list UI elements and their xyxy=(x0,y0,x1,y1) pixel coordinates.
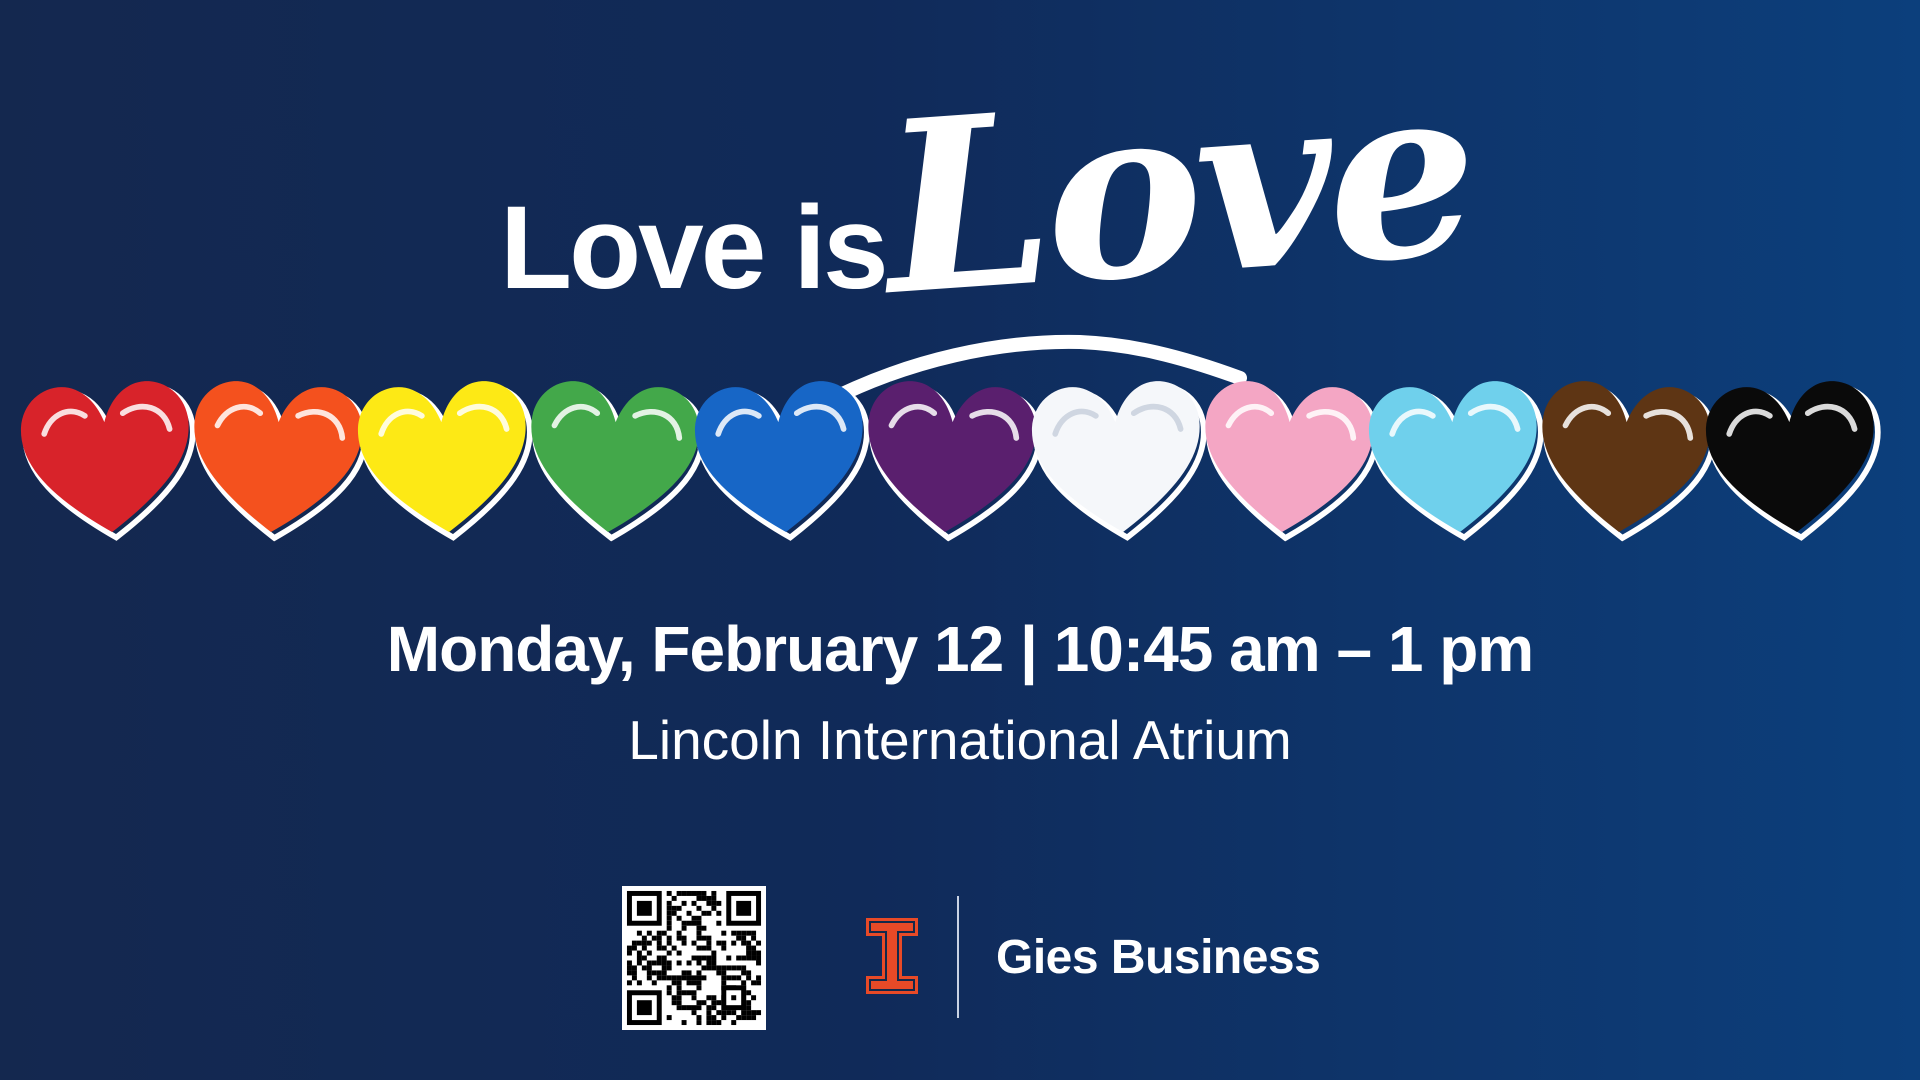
event-banner: Love is Love Monday, February 12 | 10:45… xyxy=(0,0,1920,1080)
headline: Love is Love xyxy=(0,30,1920,407)
heart-icon xyxy=(1705,381,1881,541)
illinois-block-i-icon xyxy=(866,918,918,994)
event-location: Lincoln International Atrium xyxy=(628,709,1292,771)
qr-code-icon[interactable] xyxy=(622,886,766,1030)
footer-divider xyxy=(957,896,959,1018)
pride-hearts-row xyxy=(0,365,1920,565)
event-datetime: Monday, February 12 | 10:45 am – 1 pm xyxy=(386,613,1534,685)
brand-name: Gies Business xyxy=(996,931,1321,984)
